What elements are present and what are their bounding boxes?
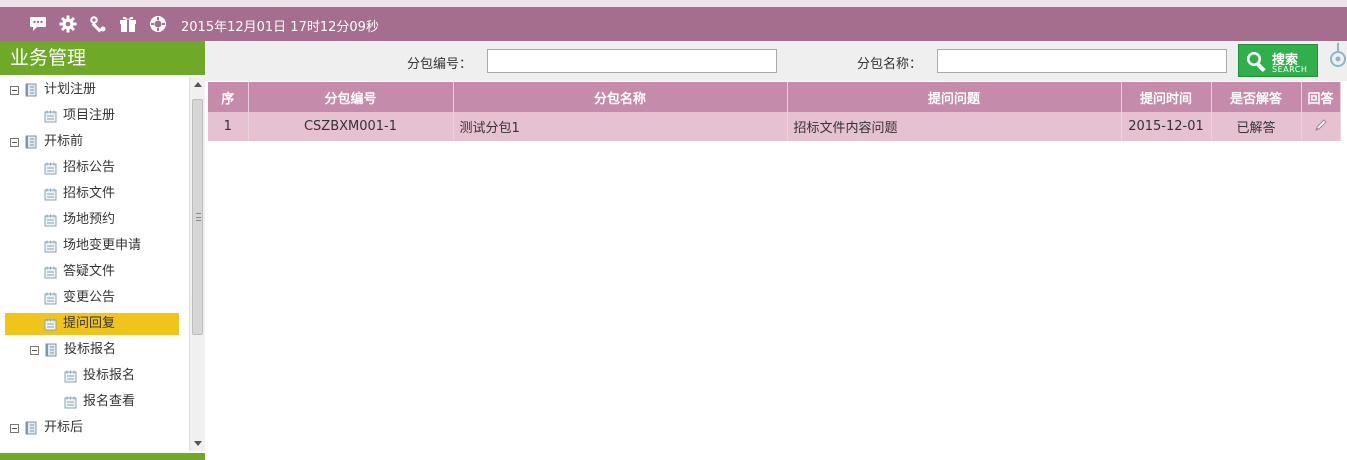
sidebar-item[interactable]: 项目注册: [0, 105, 115, 127]
cell-code: CSZBXM001-1: [248, 112, 454, 141]
sidebar-item[interactable]: 场地变更申请: [0, 235, 141, 257]
document-icon: [44, 318, 57, 330]
sidebar-item-label: 场地预约: [63, 212, 116, 227]
scroll-up-icon[interactable]: [194, 82, 202, 87]
search-bar: 分包编号： 分包名称： 搜索 SEARCH: [205, 41, 1347, 81]
sidebar-item-label: 投标报名: [64, 342, 117, 357]
collapse-toggle-icon[interactable]: [30, 345, 39, 355]
sidebar-item-label: 项目注册: [63, 108, 116, 123]
reply-pencil-icon[interactable]: [1314, 118, 1328, 136]
sidebar-item-label: 计划注册: [44, 82, 97, 97]
sidebar-item[interactable]: 招标公告: [0, 157, 115, 179]
document-icon: [44, 110, 57, 122]
sidebar-item[interactable]: 招标文件: [0, 183, 115, 205]
folder-book-icon: [45, 343, 57, 357]
sidebar-item[interactable]: 提问回复: [5, 313, 179, 335]
document-icon: [44, 266, 57, 278]
sidebar-item[interactable]: 答疑文件: [0, 261, 115, 283]
help-lifebuoy-icon[interactable]: [148, 14, 168, 34]
cell-reply: [1301, 112, 1341, 141]
sidebar-item[interactable]: 计划注册: [0, 79, 96, 101]
collapse-toggle-icon[interactable]: [10, 137, 19, 147]
gift-icon[interactable]: [118, 14, 138, 34]
sidebar-item-label: 招标文件: [63, 186, 116, 201]
document-icon: [64, 396, 77, 408]
datetime-display: 2015年12月01日 17时12分09秒: [181, 20, 379, 35]
cell-name: 测试分包1: [453, 112, 788, 141]
sidebar-item-label: 答疑文件: [63, 264, 116, 279]
package-code-label: 分包编号：: [407, 57, 473, 72]
scroll-down-icon[interactable]: [194, 441, 202, 446]
grip-icon: [196, 213, 201, 221]
folder-book-icon: [25, 421, 37, 435]
header-icons: [28, 14, 168, 34]
magnifier-icon: [1247, 51, 1266, 72]
sidebar: 业务管理 计划注册项目注册开标前招标公告招标文件场地预约场地变更申请 答疑文件变更…: [0, 41, 205, 460]
top-strip: [0, 0, 1347, 7]
document-icon: [44, 292, 57, 304]
col-header-question[interactable]: 提问问题: [787, 82, 1122, 112]
package-code-input[interactable]: [487, 49, 777, 73]
sidebar-item[interactable]: 投标报名: [0, 365, 135, 387]
sidebar-item-label: 投标报名: [83, 368, 136, 383]
sidebar-item-label: 变更公告: [63, 290, 116, 305]
package-name-input[interactable]: [937, 49, 1227, 73]
sidebar-item[interactable]: 报名查看: [0, 391, 135, 413]
col-header-time[interactable]: 提问时间: [1121, 82, 1212, 112]
collapse-toggle-icon[interactable]: [10, 423, 19, 433]
table-header-row: 序 分包编号 分包名称 提问问题 提问时间 是否解答 回答: [208, 82, 1341, 112]
folder-book-icon: [25, 83, 37, 97]
main-content: 分包编号： 分包名称： 搜索 SEARCH 序 分包编号 分包名称 提问问题 提…: [205, 41, 1347, 460]
sidebar-item[interactable]: 开标前: [0, 131, 83, 153]
sidebar-item-label: 场地变更申请: [63, 238, 142, 253]
sidebar-item-label: 招标公告: [63, 160, 116, 175]
document-icon: [44, 188, 57, 200]
header-bar: 2015年12月01日 17时12分09秒: [0, 7, 1347, 41]
scroll-thumb[interactable]: [192, 99, 203, 335]
search-button-sublabel: SEARCH: [1272, 65, 1308, 74]
document-icon: [64, 370, 77, 382]
sidebar-item-label: 开标后: [44, 420, 84, 435]
folder-book-icon: [25, 135, 37, 149]
col-header-no[interactable]: 序: [208, 82, 249, 112]
cell-time: 2015-12-01: [1121, 112, 1212, 141]
cell-no: 1: [208, 112, 249, 141]
question-table: 序 分包编号 分包名称 提问问题 提问时间 是否解答 回答 1 CSZBXM00…: [208, 82, 1341, 141]
sidebar-item[interactable]: 场地预约: [0, 209, 115, 231]
sidebar-item[interactable]: 开标后: [0, 417, 83, 439]
sidebar-item[interactable]: 变更公告: [0, 287, 115, 309]
collapse-toggle-icon[interactable]: [10, 85, 19, 95]
sidebar-title: 业务管理: [0, 41, 205, 75]
cell-answered: 已解答: [1211, 112, 1302, 141]
col-header-name[interactable]: 分包名称: [453, 82, 788, 112]
document-icon: [44, 162, 57, 174]
toggle-ring-icon[interactable]: [1329, 43, 1347, 71]
nav-tree: 计划注册项目注册开标前招标公告招标文件场地预约场地变更申请 答疑文件变更公告提问回…: [0, 77, 189, 451]
sidebar-scrollbar[interactable]: [189, 77, 205, 451]
col-header-code[interactable]: 分包编号: [248, 82, 454, 112]
document-icon: [44, 214, 57, 226]
search-button[interactable]: 搜索 SEARCH: [1238, 44, 1318, 77]
table-row[interactable]: 1 CSZBXM001-1 测试分包1 招标文件内容问题 2015-12-01 …: [208, 112, 1341, 141]
package-name-label: 分包名称：: [857, 57, 923, 72]
col-header-reply[interactable]: 回答: [1301, 82, 1341, 112]
chat-bubble-icon[interactable]: [28, 14, 48, 34]
sidebar-item[interactable]: 投标报名: [0, 339, 116, 361]
cell-question: 招标文件内容问题: [787, 112, 1122, 141]
tools-icon[interactable]: [88, 14, 108, 34]
gear-icon[interactable]: [58, 14, 78, 34]
sidebar-item-label: 报名查看: [83, 394, 136, 409]
col-header-answered[interactable]: 是否解答: [1211, 82, 1302, 112]
sidebar-item-label: 提问回复: [63, 316, 116, 331]
document-icon: [44, 240, 57, 252]
sidebar-item-label: 开标前: [44, 134, 84, 149]
sidebar-bottom-bar: [0, 453, 205, 460]
